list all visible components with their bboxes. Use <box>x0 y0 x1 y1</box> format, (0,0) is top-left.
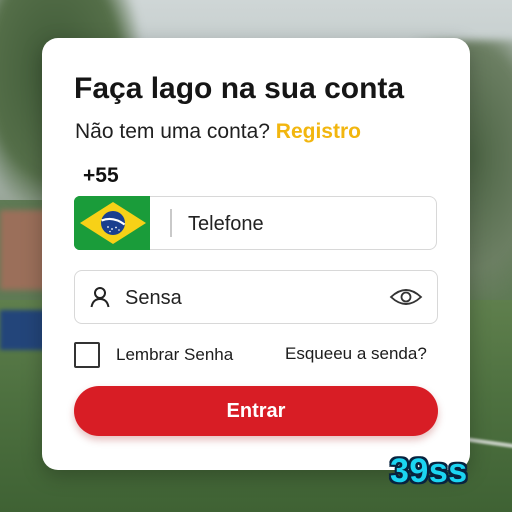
phone-field[interactable] <box>150 196 437 250</box>
blue-board <box>0 310 48 350</box>
remember-password[interactable]: Lembrar Senha <box>74 342 233 368</box>
remember-checkbox[interactable] <box>74 342 100 368</box>
user-icon <box>90 287 110 308</box>
remember-label: Lembrar Senha <box>116 345 234 364</box>
phone-input-group <box>74 196 438 250</box>
login-card: Faça lago na sua conta Não tem uma conta… <box>42 38 470 470</box>
eye-icon[interactable] <box>389 287 423 307</box>
login-button[interactable]: Entrar <box>74 386 438 436</box>
page-title: Faça lago na sua conta <box>74 72 405 105</box>
country-code: +55 <box>83 164 119 187</box>
forgot-password-link[interactable]: Esqueeu a senda? <box>285 344 427 364</box>
register-prompt-text: Não tem uma conta? <box>75 120 276 143</box>
password-field[interactable] <box>74 270 438 324</box>
phone-input[interactable] <box>186 209 420 239</box>
watermark: 39ss <box>390 452 468 490</box>
phone-field-separator <box>170 209 172 237</box>
brazil-flag-icon[interactable] <box>74 196 152 250</box>
register-link[interactable]: Registro <box>276 120 361 143</box>
password-input[interactable] <box>123 283 377 313</box>
register-prompt: Não tem uma conta? Registro <box>75 120 361 144</box>
